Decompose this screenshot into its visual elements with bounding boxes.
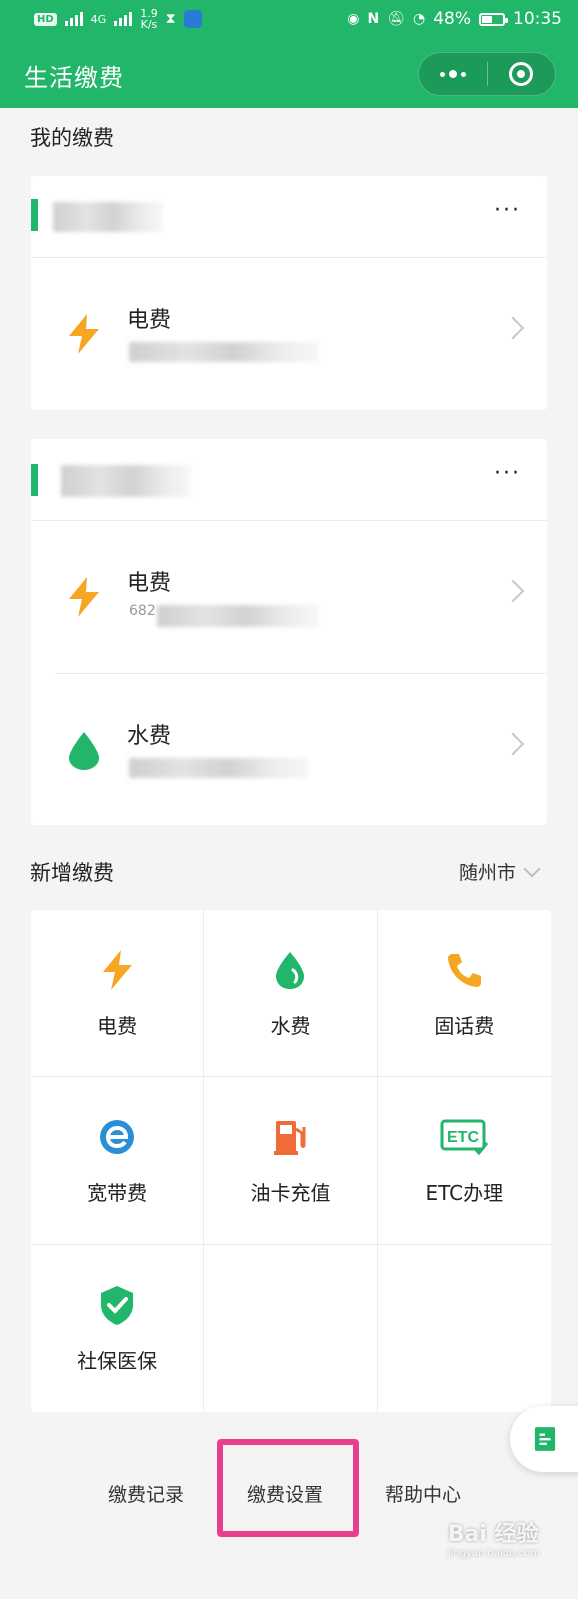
status-bar: HD 4G 1.9 K/s ⧗ ◉ N 🔕︎ ◔ 48% 10:35 (0, 0, 578, 38)
speed-unit: K/s (140, 18, 158, 31)
my-payments-title: 我的缴费 (30, 126, 114, 150)
close-miniprogram-button[interactable] (488, 53, 556, 95)
blurred-account-name (53, 202, 163, 232)
chevron-right-icon (501, 579, 525, 603)
bill-title: 电费 (127, 571, 172, 596)
page-title: 生活缴费 (24, 64, 124, 92)
account-more-icon[interactable]: ··· (494, 200, 521, 222)
hourglass-icon: ⧗ (165, 11, 176, 27)
shield-check-icon (101, 1285, 134, 1325)
phone-icon (448, 953, 482, 987)
payment-records-link[interactable]: 缴费记录 (108, 1480, 184, 1507)
new-payment-title: 新增缴费 (30, 861, 114, 885)
account-more-icon[interactable]: ··· (494, 463, 521, 485)
watermark-brand: Bai 经验 (447, 1522, 539, 1547)
help-center-link[interactable]: 帮助中心 (385, 1480, 461, 1507)
new-payment-social-insurance[interactable]: 社保医保 (31, 1244, 205, 1412)
status-left: HD 4G 1.9 K/s ⧗ (34, 8, 202, 30)
city-selector[interactable]: 随州市 (458, 858, 541, 885)
miniprogram-capsule (418, 52, 556, 96)
account-header: ··· (31, 439, 547, 521)
broadband-e-icon (100, 1119, 135, 1154)
network-type: 4G (90, 12, 107, 26)
payment-account-card-2: ··· 电费 682 水费 (31, 439, 547, 825)
top-bar: HD 4G 1.9 K/s ⧗ ◉ N 🔕︎ ◔ 48% 10:35 生活缴费 (0, 0, 578, 108)
chevron-down-icon (523, 860, 541, 877)
mute-bell-icon: 🔕︎ (387, 11, 405, 27)
signal-icon (64, 12, 83, 26)
signal-icon-2 (114, 12, 133, 26)
new-payment-label: 水费 (270, 1013, 311, 1038)
network-speed: 1.9 K/s (140, 8, 158, 30)
battery-icon (479, 12, 508, 26)
etc-icon: ETC (440, 1119, 489, 1156)
account-header: ··· (31, 176, 547, 258)
hd-badge: HD (34, 12, 57, 26)
new-payment-water[interactable]: 水费 (204, 910, 378, 1078)
new-payment-electric[interactable]: 电费 (31, 910, 205, 1078)
new-payment-label: 固话费 (434, 1013, 495, 1038)
bill-row-water[interactable]: 水费 (55, 673, 547, 825)
payment-account-card-1: ··· 电费 (31, 176, 547, 410)
battery-percent: 48% (433, 9, 471, 29)
eye-icon: ◉ (347, 11, 360, 27)
blurred-account-number (129, 342, 319, 362)
new-payment-broadband[interactable]: 宽带费 (31, 1077, 205, 1245)
status-right: ◉ N 🔕︎ ◔ 48% 10:35 (347, 9, 562, 29)
chevron-right-icon (501, 316, 525, 340)
new-payment-label: ETC办理 (425, 1180, 504, 1205)
lightning-icon (69, 577, 99, 617)
new-payment-label: 电费 (97, 1013, 138, 1038)
new-payment-label: 油卡充值 (250, 1180, 331, 1205)
new-payment-label: 宽带费 (87, 1180, 148, 1205)
empty-cell (204, 1244, 378, 1412)
target-close-icon (509, 62, 534, 86)
account-accent-bar (31, 199, 38, 231)
lightning-icon (103, 949, 133, 990)
bill-title: 水费 (127, 724, 172, 749)
battery-fill (482, 15, 492, 23)
account-accent-bar (31, 464, 38, 496)
city-name: 随州市 (458, 862, 516, 884)
blurred-account-name (61, 465, 191, 497)
bill-row-electric[interactable]: 电费 (31, 258, 547, 410)
new-payment-grid: 电费 水费 固话费 宽带费 油卡充值 ETC ETC办理 社保医保 (31, 910, 551, 1412)
etc-icon-text: ETC (447, 1129, 479, 1146)
chevron-right-icon (501, 732, 525, 756)
water-drop-icon (276, 951, 305, 989)
blurred-account-number (157, 605, 319, 627)
more-menu-button[interactable] (419, 53, 487, 95)
app-notification-icon (183, 10, 202, 28)
bill-row-electric[interactable]: 电费 682 (31, 521, 547, 673)
new-payment-landline[interactable]: 固话费 (377, 910, 551, 1078)
nfc-icon: N (367, 11, 380, 27)
bill-title: 电费 (127, 308, 172, 333)
new-payment-fuel-card[interactable]: 油卡充值 (204, 1077, 378, 1245)
clock: 10:35 (513, 9, 562, 29)
watermark-url: jingyan.baidu.com (447, 1548, 540, 1559)
water-drop-icon (69, 732, 99, 770)
new-payment-etc[interactable]: ETC ETC办理 (377, 1077, 551, 1245)
highlight-annotation-box (217, 1439, 359, 1537)
empty-cell (378, 1245, 551, 1412)
speedometer-icon: ◔ (412, 11, 426, 27)
lightning-icon (69, 314, 99, 354)
watermark: Bai 经验 jingyan.baidu.com (448, 1516, 540, 1559)
more-dots-icon (439, 70, 466, 78)
partial-account-number: 682 (129, 603, 156, 619)
fuel-pump-icon (274, 1120, 306, 1155)
blurred-account-number (129, 758, 309, 778)
document-icon (534, 1427, 556, 1451)
new-payment-label: 社保医保 (77, 1348, 158, 1373)
